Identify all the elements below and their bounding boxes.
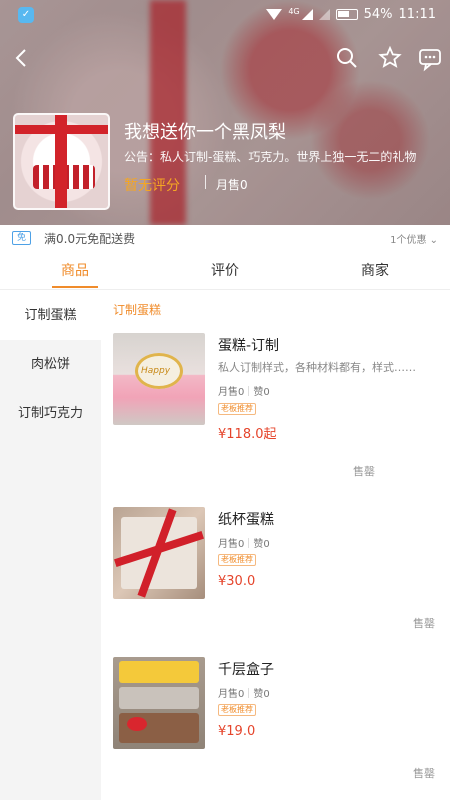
product-price: ¥30.0 (218, 574, 256, 589)
product-image[interactable] (113, 657, 205, 749)
product-image[interactable]: Happy (113, 333, 205, 425)
ribbon-horizontal (15, 125, 108, 134)
product-sales: 月售0 (218, 387, 245, 398)
back-button[interactable] (8, 44, 36, 72)
tab-goods[interactable]: 商品 (0, 260, 150, 280)
shop-avatar[interactable] (13, 113, 110, 210)
back-arrow-icon (15, 49, 26, 67)
message-button[interactable] (416, 44, 444, 72)
recommend-badge: 老板推荐 (218, 554, 256, 566)
divider (248, 688, 250, 698)
product-desc: 私人订制样式，各种材料都有，样式…… (218, 361, 416, 374)
active-tab-indicator (52, 286, 98, 288)
promo-text: 满0.0元免配送费 (44, 232, 136, 246)
wifi-icon (266, 9, 283, 20)
product-likes: 赞0 (253, 689, 270, 700)
promo-bar[interactable]: 免 满0.0元免配送费 1个优惠 ⌄ (0, 226, 450, 250)
section-title: 订制蛋糕 (113, 303, 162, 317)
cake-topper-text: Happy (141, 366, 171, 376)
strawberry (127, 717, 147, 731)
shop-name: 我想送你一个黑凤梨 (124, 122, 286, 143)
product-stats: 月售0 赞0 (218, 685, 270, 700)
product-price: ¥19.0 (218, 724, 256, 739)
status-right: 4G 54% 11:11 (266, 7, 436, 22)
tab-reviews[interactable]: 评价 (150, 260, 300, 280)
recommend-badge: 老板推荐 (218, 704, 256, 716)
signal-2-icon (318, 9, 330, 20)
divider (248, 538, 250, 548)
divider (248, 386, 250, 396)
product-likes: 赞0 (253, 387, 270, 398)
product-sales: 月售0 (218, 689, 245, 700)
product-name: 纸杯蛋糕 (218, 512, 274, 528)
battery-level: 54% (363, 7, 393, 22)
product-likes: 赞0 (253, 539, 270, 550)
tab-bar: 商品 评价 商家 (0, 250, 450, 290)
search-button[interactable] (333, 44, 361, 72)
sidebar-item-custom-chocolate[interactable]: 订制巧克力 (0, 389, 101, 438)
product-list: 订制蛋糕 Happy 蛋糕-订制 私人订制样式，各种材料都有，样式…… 月售0 赞… (101, 291, 450, 800)
shop-notice[interactable]: 公告：私人订制-蛋糕、巧克力。世界上独一无二的礼物 (124, 148, 442, 165)
favorite-button[interactable] (376, 44, 404, 72)
product-stats: 月售0 赞0 (218, 383, 270, 398)
status-bar: ✓ 4G 54% 11:11 (0, 0, 450, 30)
product-name: 蛋糕-订制 (218, 338, 280, 354)
product-price: ¥118.0起 (218, 427, 277, 442)
shop-rating: 暂无评分 (124, 178, 180, 194)
layer-cream (119, 687, 199, 709)
sold-out-label: 售罄 (353, 465, 375, 478)
clock: 11:11 (398, 7, 436, 22)
layer-fruit (119, 661, 199, 683)
tab-merchant[interactable]: 商家 (300, 260, 450, 280)
sidebar-item-floss-cake[interactable]: 肉松饼 (0, 340, 101, 389)
search-icon (337, 48, 357, 68)
network-type: 4G (288, 7, 300, 16)
star-icon (378, 45, 402, 68)
sidebar-item-custom-cake[interactable]: 订制蛋糕 (0, 291, 101, 340)
discount-count[interactable]: 1个优惠 ⌄ (390, 231, 438, 246)
category-sidebar: 订制蛋糕 肉松饼 订制巧克力 (0, 291, 101, 800)
sold-out-label: 售罄 (413, 767, 435, 780)
sold-out-label: 售罄 (413, 617, 435, 630)
shield-icon: ✓ (18, 7, 34, 23)
divider (205, 175, 206, 189)
product-sales: 月售0 (218, 539, 245, 550)
monthly-sales: 月售0 (216, 178, 248, 192)
signal-icon (301, 9, 313, 20)
product-name: 千层盒子 (218, 662, 274, 678)
product-stats: 月售0 赞0 (218, 535, 270, 550)
product-image[interactable] (113, 507, 205, 599)
chat-bubble-icon (419, 49, 441, 72)
battery-icon (335, 9, 358, 20)
free-delivery-badge: 免 (12, 231, 32, 245)
recommend-badge: 老板推荐 (218, 403, 256, 415)
